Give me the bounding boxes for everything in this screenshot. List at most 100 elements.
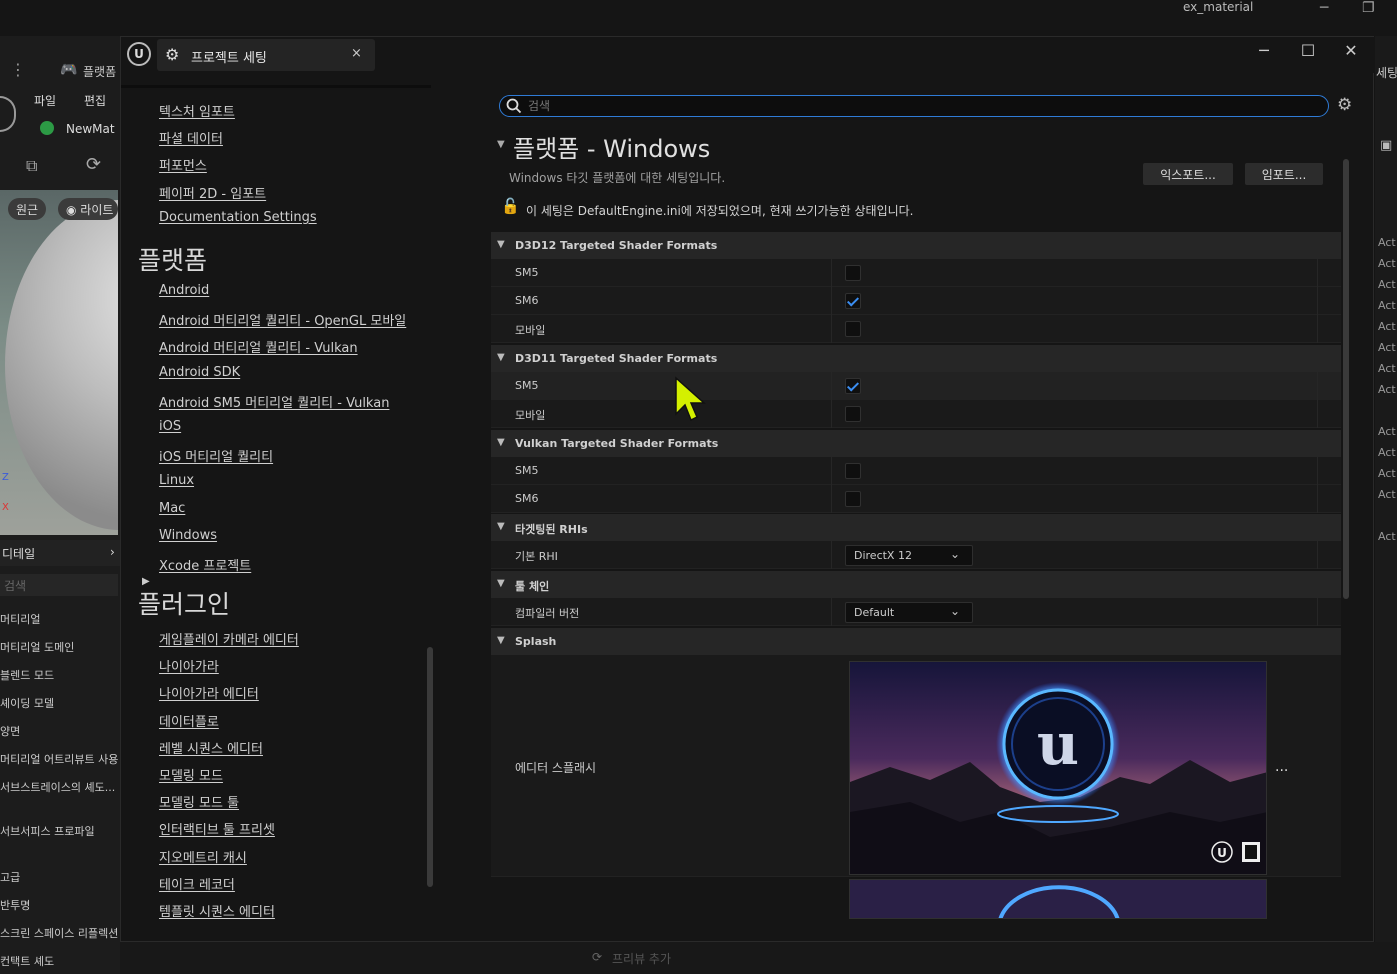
sidebar-link[interactable]: Android 머티리얼 퀄리티 - OpenGL 모바일 xyxy=(159,310,406,329)
sidebar-link[interactable]: 페이퍼 2D - 임포트 xyxy=(159,183,266,202)
sidebar-link[interactable]: 지오메트리 캐시 xyxy=(159,847,247,866)
sidebar-link[interactable]: 모델링 모드 툴 xyxy=(159,792,239,811)
sidebar-link[interactable]: 텍스처 임포트 xyxy=(159,101,235,120)
sidebar-link[interactable]: Windows xyxy=(159,528,217,543)
collapse-arrow-icon[interactable]: ▼ xyxy=(497,437,505,448)
category-row[interactable]: ▼ Vulkan Targeted Shader Formats xyxy=(491,430,1341,457)
sidebar-link[interactable]: Mac xyxy=(159,501,185,516)
details-item[interactable]: 컨택트 셰도 xyxy=(0,948,118,974)
sidebar-link[interactable]: 나이아가라 xyxy=(159,656,219,675)
column-divider[interactable] xyxy=(831,287,832,315)
material-preview-viewport[interactable]: Z X xyxy=(0,190,118,535)
view-mode-pill[interactable]: 원근 xyxy=(8,198,47,220)
sidebar-link[interactable]: 테이크 레코더 xyxy=(159,874,235,893)
light-pill[interactable]: ◉ 라이트 xyxy=(58,198,118,220)
second-splash-image[interactable] xyxy=(849,879,1267,919)
column-divider[interactable] xyxy=(831,400,832,428)
sidebar-link[interactable]: iOS xyxy=(159,419,181,434)
file-menu[interactable]: 파일 xyxy=(34,92,56,109)
background-minimize-button[interactable]: ─ xyxy=(1320,0,1328,16)
splash-browse-button[interactable]: ... xyxy=(1275,759,1288,775)
column-divider[interactable] xyxy=(831,259,832,287)
details-item[interactable]: 고급 xyxy=(0,864,118,890)
setting-checkbox[interactable] xyxy=(845,406,861,422)
sidebar-link[interactable]: Documentation Settings xyxy=(159,210,317,225)
chevron-right-icon[interactable]: › xyxy=(110,545,115,559)
setting-checkbox[interactable] xyxy=(845,293,861,309)
sidebar-link[interactable]: Linux xyxy=(159,473,194,488)
details-item[interactable]: 반투명 xyxy=(0,892,118,918)
editor-splash-image[interactable]: u U xyxy=(849,661,1267,875)
tab-close-icon[interactable]: × xyxy=(351,46,362,61)
setting-checkbox[interactable] xyxy=(845,321,861,337)
column-divider[interactable] xyxy=(831,457,832,485)
sidebar-link[interactable]: Xcode 프로젝트 xyxy=(159,555,251,574)
details-item[interactable]: 양면 xyxy=(0,718,118,744)
collapse-arrow-icon[interactable]: ▼ xyxy=(497,139,505,150)
setting-dropdown[interactable]: DirectX 12 ⌄ xyxy=(845,545,973,566)
folder-icon[interactable]: ▣ xyxy=(1380,138,1392,153)
collapse-arrow-icon[interactable]: ▼ xyxy=(497,578,505,589)
close-button[interactable]: ✕ xyxy=(1336,41,1366,60)
details-search-input[interactable]: 검색 xyxy=(0,574,118,596)
details-item[interactable]: 블렌드 모드 xyxy=(0,662,118,688)
gear-icon[interactable]: ⚙ xyxy=(1337,95,1352,115)
sidebar-link[interactable]: 데이터플로 xyxy=(159,711,219,730)
setting-checkbox[interactable] xyxy=(845,491,861,507)
category-row[interactable]: ▼ 툴 체인 xyxy=(491,571,1341,598)
collapse-arrow-icon[interactable]: ▼ xyxy=(497,635,505,646)
sidebar-link[interactable]: Android xyxy=(159,283,209,298)
import-button[interactable]: 임포트... xyxy=(1245,163,1323,185)
sidebar-link[interactable]: 인터랙티브 툴 프리셋 xyxy=(159,819,275,838)
details-item[interactable]: 서브스트레이스의 셰도... xyxy=(0,774,118,800)
details-item[interactable]: 셰이딩 모델 xyxy=(0,690,118,716)
setting-dropdown[interactable]: Default ⌄ xyxy=(845,602,973,623)
window-titlebar[interactable]: U ⚙ 프로젝트 세팅 × ─ ☐ ✕ xyxy=(121,37,1375,73)
browse-icon[interactable]: ⧉ xyxy=(26,156,37,176)
asset-tab[interactable]: NewMat xyxy=(66,122,115,136)
column-divider[interactable] xyxy=(831,315,832,343)
sidebar-link[interactable]: 게임플레이 카메라 에디터 xyxy=(159,629,299,648)
background-restore-button[interactable]: ❐ xyxy=(1362,0,1375,16)
setting-checkbox[interactable] xyxy=(845,378,861,394)
sidebar-link[interactable]: Android SDK xyxy=(159,365,240,380)
minimize-button[interactable]: ─ xyxy=(1249,41,1279,60)
details-item[interactable]: 머티리얼 xyxy=(0,606,118,632)
add-preview-icon[interactable]: ⟳ xyxy=(592,950,602,964)
details-item[interactable]: 머티리얼 어트리뷰트 사용 xyxy=(0,746,118,772)
category-row[interactable]: ▼ D3D11 Targeted Shader Formats xyxy=(491,345,1341,372)
sidebar-link[interactable]: 퍼포먼스 xyxy=(159,155,207,174)
details-item[interactable]: 서브서피스 프로파일 xyxy=(0,818,118,844)
column-divider[interactable] xyxy=(831,485,832,513)
sidebar-link[interactable]: iOS 머티리얼 퀄리티 xyxy=(159,446,273,465)
details-item[interactable]: 스크린 스페이스 리플렉션 xyxy=(0,920,118,946)
setting-checkbox[interactable] xyxy=(845,463,861,479)
category-row[interactable]: ▼ D3D12 Targeted Shader Formats xyxy=(491,232,1341,259)
category-row[interactable]: ▼ 타겟팅된 RHIs xyxy=(491,514,1341,541)
edit-menu[interactable]: 편집 xyxy=(84,92,106,109)
maximize-button[interactable]: ☐ xyxy=(1293,41,1323,60)
sidebar-scrollbar[interactable] xyxy=(427,647,433,887)
column-divider[interactable] xyxy=(831,372,832,400)
details-item[interactable]: 머티리얼 도메인 xyxy=(0,634,118,660)
sidebar-link[interactable]: 나이아가라 에디터 xyxy=(159,683,259,702)
export-button[interactable]: 익스포트... xyxy=(1143,163,1233,185)
platform-tab[interactable]: 플랫폼 xyxy=(83,63,119,80)
collapse-arrow-icon[interactable]: ▼ xyxy=(497,521,505,532)
expand-arrow-icon[interactable]: ▶ xyxy=(142,576,150,587)
sidebar-link[interactable]: 파셜 데이터 xyxy=(159,128,223,147)
collapse-arrow-icon[interactable]: ▼ xyxy=(497,239,505,250)
project-settings-tab[interactable]: ⚙ 프로젝트 세팅 × xyxy=(157,39,375,71)
apply-icon[interactable]: ⟳ xyxy=(86,154,101,175)
column-divider[interactable] xyxy=(831,598,832,626)
sidebar-link[interactable]: 모델링 모드 xyxy=(159,765,223,784)
setting-checkbox[interactable] xyxy=(845,265,861,281)
sidebar-link[interactable]: Android 머티리얼 퀄리티 - Vulkan xyxy=(159,337,358,356)
search-box[interactable] xyxy=(499,95,1329,117)
category-row[interactable]: ▼ Splash xyxy=(491,628,1341,655)
main-scrollbar[interactable] xyxy=(1343,159,1349,599)
search-input[interactable] xyxy=(528,97,1308,115)
sidebar-link[interactable]: Android SM5 머티리얼 퀄리티 - Vulkan xyxy=(159,392,389,411)
kebab-menu-icon[interactable]: ⋮ xyxy=(10,60,26,79)
column-divider[interactable] xyxy=(831,541,832,569)
